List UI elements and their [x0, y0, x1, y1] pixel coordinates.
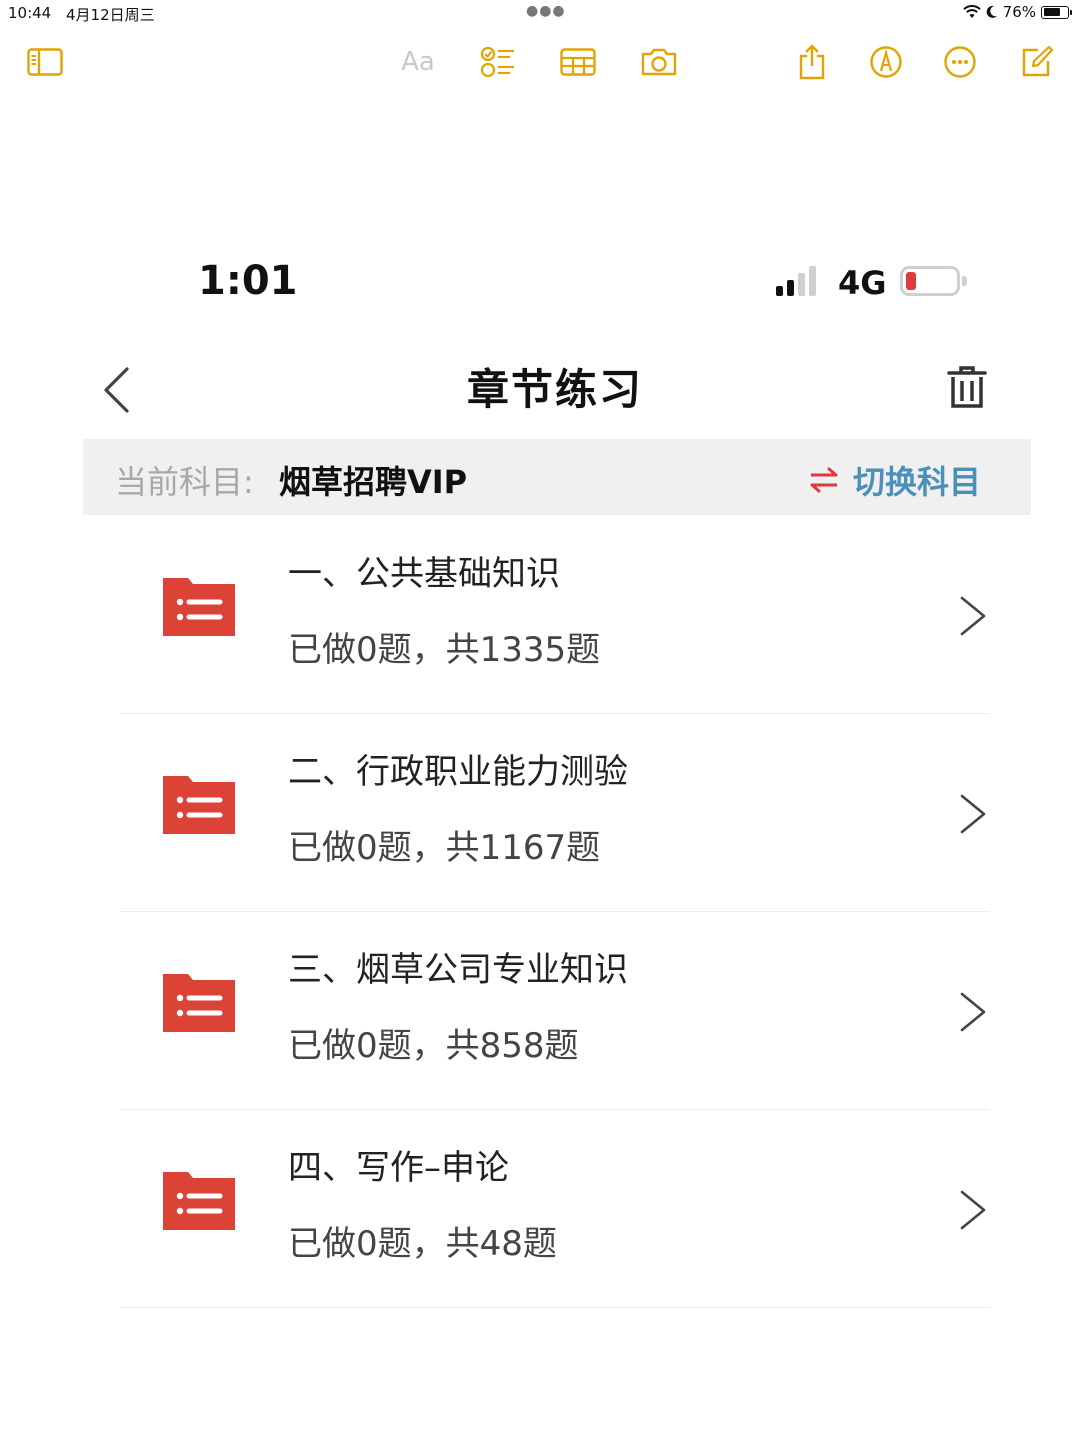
- chevron-right-icon: [960, 992, 986, 1032]
- swap-arrows-icon: [810, 467, 838, 493]
- chapter-progress: 已做0题，共48题: [288, 1224, 557, 1264]
- chapter-item[interactable]: 四、写作–申论 已做0题，共48题: [120, 1110, 990, 1308]
- camera-icon: [641, 48, 677, 76]
- camera-button[interactable]: [639, 42, 679, 82]
- checklist-button[interactable]: [478, 42, 518, 82]
- chapter-title: 四、写作–申论: [288, 1148, 509, 1188]
- share-button[interactable]: [792, 42, 832, 82]
- more-button[interactable]: [940, 42, 980, 82]
- format-icon: Aa: [401, 47, 435, 77]
- delete-button[interactable]: [940, 360, 994, 414]
- folder-list-icon: [163, 578, 235, 636]
- ipad-date: 4月12日周三: [66, 6, 155, 24]
- folder-list-icon: [163, 1172, 235, 1230]
- subject-name: 烟草招聘VIP: [279, 463, 468, 501]
- subject-label: 当前科目:: [115, 463, 254, 501]
- table-button[interactable]: [558, 42, 598, 82]
- ipad-battery-percent: 76%: [1002, 3, 1036, 21]
- chapter-item[interactable]: 二、行政职业能力测验 已做0题，共1167题: [120, 714, 990, 912]
- phone-time: 1:01: [198, 258, 298, 304]
- format-button[interactable]: Aa: [398, 42, 438, 82]
- folder-list-icon: [163, 776, 235, 834]
- folder-list-icon: [163, 974, 235, 1032]
- phone-battery-icon: [900, 266, 960, 296]
- ipad-battery-fill: [1043, 8, 1060, 16]
- switch-subject-button[interactable]: 切换科目: [809, 457, 981, 503]
- ipad-battery-tip: [1070, 9, 1072, 15]
- ipad-status-bar: 10:44 4月12日周三 ●●● 76%: [0, 0, 1080, 28]
- markup-button[interactable]: [866, 42, 906, 82]
- signal-strength-icon: [776, 266, 816, 296]
- chapter-progress: 已做0题，共1335题: [288, 630, 601, 670]
- current-subject-bar: 当前科目: 烟草招聘VIP 切换科目: [83, 439, 1031, 515]
- compose-icon: [1022, 45, 1054, 77]
- ipad-battery-icon: [1041, 5, 1069, 19]
- multitasking-dots-icon[interactable]: ●●●: [526, 3, 566, 19]
- chapter-title: 一、公共基础知识: [288, 554, 560, 594]
- sidebar-icon: [27, 48, 63, 76]
- chapter-item[interactable]: 一、公共基础知识 已做0题，共1335题: [120, 516, 990, 714]
- trash-icon: [947, 366, 987, 408]
- chevron-right-icon: [960, 596, 986, 636]
- page-title: 章节练习: [466, 365, 643, 414]
- chapter-title: 三、烟草公司专业知识: [288, 950, 628, 990]
- switch-subject-label: 切换科目: [852, 463, 981, 501]
- table-icon: [560, 48, 596, 76]
- checklist-icon: [480, 46, 514, 78]
- divider: [120, 1307, 990, 1308]
- phone-battery-tip: [962, 276, 967, 286]
- chapter-title: 二、行政职业能力测验: [288, 752, 628, 792]
- phone-battery-fill: [906, 272, 916, 290]
- more-icon: [944, 46, 976, 78]
- wifi-icon: [962, 5, 981, 18]
- sidebar-toggle-button[interactable]: [25, 42, 65, 82]
- share-icon: [799, 44, 825, 80]
- markup-icon: [870, 46, 902, 78]
- chevron-right-icon: [960, 794, 986, 834]
- chapter-progress: 已做0题，共1167题: [288, 828, 601, 868]
- ipad-status-right: 76%: [962, 3, 1072, 21]
- compose-button[interactable]: [1017, 42, 1057, 82]
- network-type: 4G: [838, 264, 887, 302]
- chapter-progress: 已做0题，共858题: [288, 1026, 579, 1066]
- ipad-time: 10:44: [8, 4, 52, 22]
- chapter-item[interactable]: 三、烟草公司专业知识 已做0题，共858题: [120, 912, 990, 1110]
- chevron-right-icon: [960, 1190, 986, 1230]
- moon-icon: [986, 5, 997, 18]
